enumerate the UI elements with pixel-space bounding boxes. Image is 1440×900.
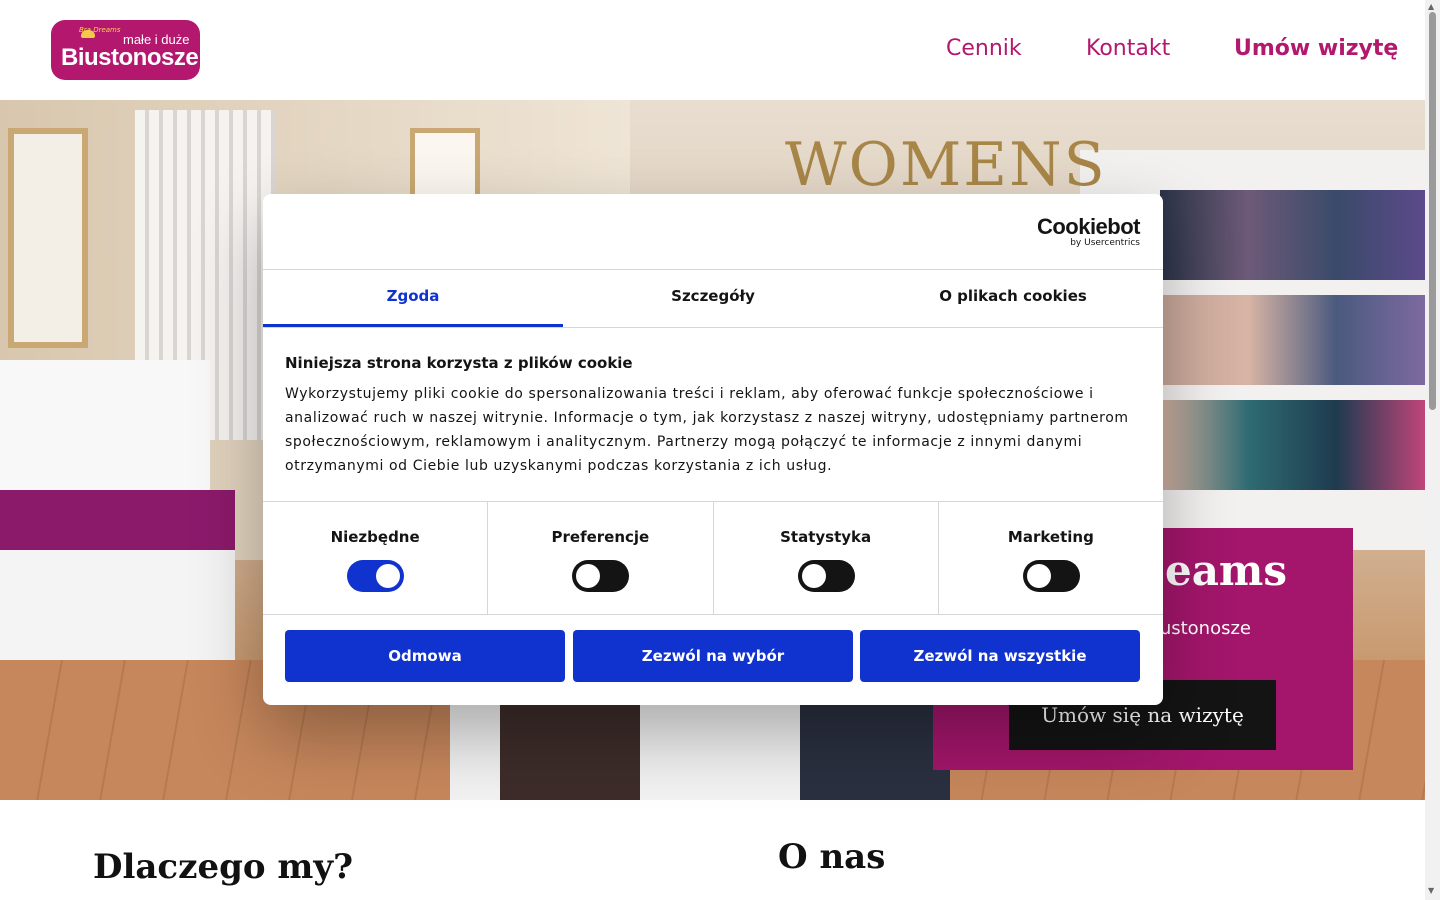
cookie-title: Niniejsza strona korzysta z plików cooki… — [285, 354, 633, 372]
hero-bras-row — [1160, 295, 1425, 385]
toggle-cell-marketing: Marketing — [939, 502, 1163, 614]
section-title-about: O nas — [778, 837, 886, 877]
nav-umow-wizyte[interactable]: Umów wizytę — [1234, 36, 1398, 61]
allow-selection-button[interactable]: Zezwól na wybór — [573, 630, 853, 682]
allow-all-button[interactable]: Zezwól na wszystkie — [860, 630, 1140, 682]
logo-name: Biustonosze — [61, 44, 199, 71]
toggle-marketing-switch[interactable] — [1022, 560, 1080, 592]
hero-mannequin — [500, 700, 640, 800]
cookie-consent-dialog: Cookiebot by Usercentrics Zgoda Szczegół… — [263, 194, 1163, 705]
toggle-label: Preferencje — [551, 528, 650, 546]
cookie-category-toggles: Niezbędne Preferencje Statystyka Marketi… — [263, 501, 1163, 615]
cookie-description: Wykorzystujemy pliki cookie do spersonal… — [285, 386, 1129, 474]
site-header: Bra Dreams małe i duże Biustonosze Cenni… — [0, 0, 1425, 100]
toggle-cell-preferencje: Preferencje — [488, 502, 714, 614]
hero-frame — [8, 128, 88, 348]
toggle-cell-niezbedne: Niezbędne — [263, 502, 489, 614]
toggle-niezbedne-switch[interactable] — [347, 560, 405, 592]
tab-o-plikach-cookies[interactable]: O plikach cookies — [863, 270, 1163, 327]
hero-bras-row — [1160, 400, 1425, 490]
nav-kontakt[interactable]: Kontakt — [1086, 36, 1170, 61]
hero-counter — [0, 360, 210, 500]
cookiebot-logo: Cookiebot by Usercentrics — [1036, 214, 1141, 249]
toggle-knob — [1026, 564, 1051, 588]
cookiebot-brand: Cookiebot — [1036, 214, 1141, 239]
tab-szczegoly[interactable]: Szczegóły — [563, 270, 863, 327]
page-scrollbar[interactable]: ▲ ▼ — [1425, 0, 1440, 900]
toggle-knob — [376, 564, 401, 588]
tab-zgoda[interactable]: Zgoda — [263, 270, 563, 327]
toggle-label: Niezbędne — [330, 528, 420, 546]
toggle-statystyka-switch[interactable] — [797, 560, 855, 592]
hero-bras-row — [1160, 190, 1425, 280]
hero-sign-text: WOMENS — [785, 130, 1107, 200]
scroll-down-icon[interactable]: ▼ — [1428, 886, 1434, 895]
toggle-knob — [801, 564, 826, 588]
logo-mini-text: Bra Dreams — [79, 26, 121, 34]
toggle-preferencje-switch[interactable] — [572, 560, 630, 592]
toggle-label: Marketing — [1007, 528, 1094, 546]
scroll-thumb[interactable] — [1429, 12, 1436, 410]
toggle-knob — [576, 564, 601, 588]
logo[interactable]: Bra Dreams małe i duże Biustonosze — [51, 20, 200, 80]
toggle-cell-statystyka: Statystyka — [714, 502, 939, 614]
cookiebot-brand-sub: by Usercentrics — [1070, 238, 1140, 248]
cookie-tabs: Zgoda Szczegóły O plikach cookies — [263, 269, 1163, 328]
toggle-label: Statystyka — [780, 528, 872, 546]
hero-mannequin — [800, 700, 950, 800]
scroll-up-icon[interactable]: ▲ — [1428, 2, 1434, 11]
deny-button[interactable]: Odmowa — [285, 630, 565, 682]
nav-cennik[interactable]: Cennik — [946, 36, 1022, 61]
section-title-why-us: Dlaczego my? — [93, 847, 354, 887]
